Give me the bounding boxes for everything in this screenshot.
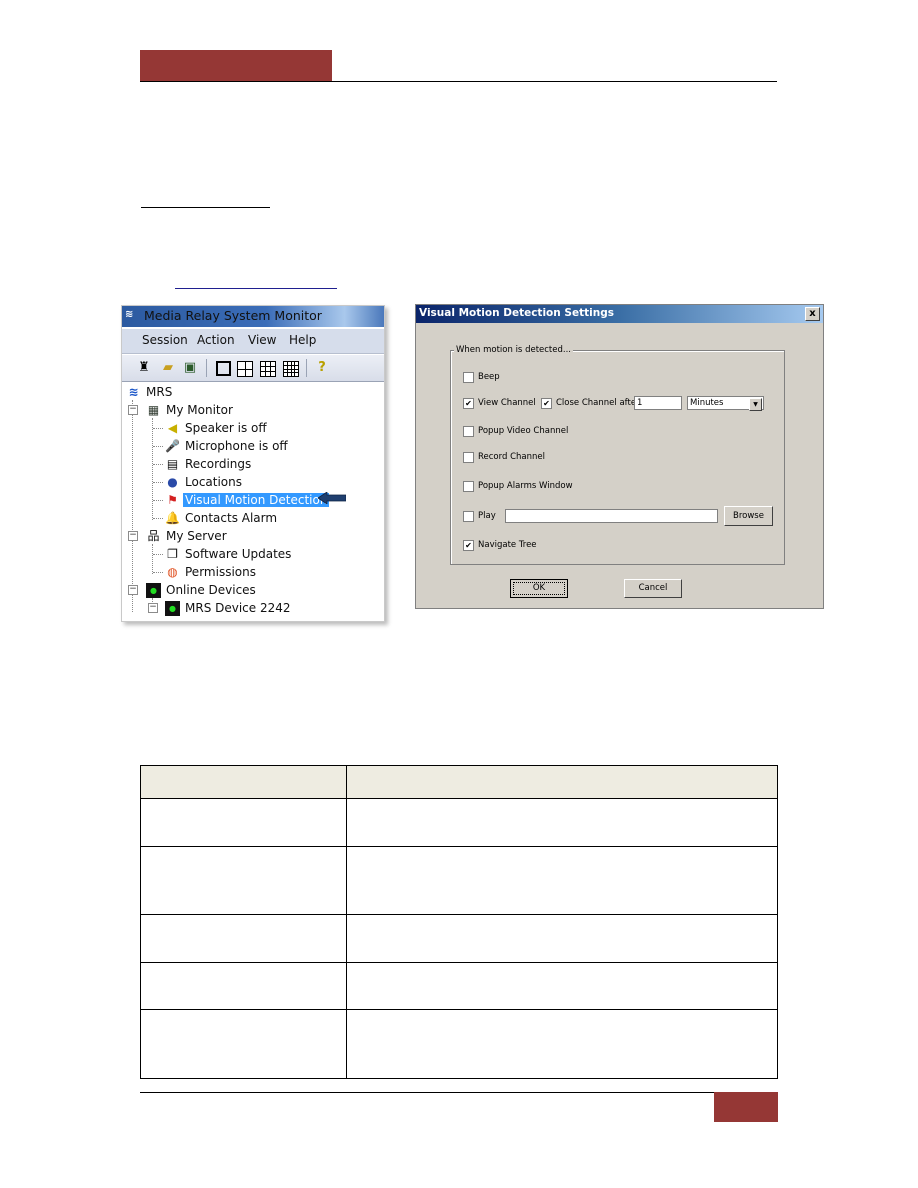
table-row [140, 914, 778, 963]
table-cell [140, 798, 347, 847]
menu-view[interactable]: View [248, 333, 276, 347]
navigate-tree-checkbox[interactable]: ✔ [463, 540, 474, 551]
open-folder-icon[interactable]: ▰ [160, 360, 176, 376]
menu-help[interactable]: Help [289, 333, 316, 347]
table-cell [140, 1009, 347, 1079]
footer-rule [140, 1092, 777, 1093]
help-icon[interactable]: ? [314, 360, 330, 376]
view-channel-checkbox[interactable]: ✔ [463, 398, 474, 409]
close-after-value-input[interactable]: 1 [634, 396, 682, 410]
speaker-icon: ◀ [167, 421, 178, 435]
browse-button[interactable]: Browse [724, 506, 773, 526]
window-title: Media Relay System Monitor [144, 308, 322, 323]
toolbar-separator [206, 359, 207, 377]
collapse-toggle[interactable]: − [148, 603, 158, 613]
flashlight-icon[interactable]: ♜ [136, 360, 152, 376]
collapse-toggle[interactable]: − [128, 585, 138, 595]
mrs-logo-icon: ≋ [125, 309, 134, 320]
table-cell [140, 846, 347, 915]
tree-line [153, 482, 163, 483]
table-header-row [140, 765, 778, 799]
dialog-title-bar: Visual Motion Detection Settings x [416, 305, 823, 323]
visual-motion-detection-dialog: Visual Motion Detection Settings x When … [415, 304, 824, 609]
tree-line [153, 572, 163, 573]
permissions-icon: ◍ [167, 565, 178, 579]
play-checkbox[interactable] [463, 511, 474, 522]
section-heading-underline [141, 207, 270, 208]
menu-action[interactable]: Action [197, 333, 235, 347]
callout-arrow-icon [318, 492, 346, 504]
device-icon: ● [165, 601, 180, 616]
menu-session[interactable]: Session [142, 333, 188, 347]
close-button[interactable]: x [805, 307, 820, 321]
collapse-toggle[interactable]: − [128, 405, 138, 415]
tree-line [153, 500, 163, 501]
nine-view-icon[interactable] [260, 361, 276, 377]
header-color-block [140, 50, 332, 81]
toolbar: ♜ ▰ ▣ ? [122, 355, 384, 382]
quad-view-icon[interactable] [237, 361, 253, 377]
settings-table [140, 765, 778, 1079]
table-cell [346, 846, 778, 915]
monitor-icon: ▦ [147, 403, 160, 417]
tree-line [152, 544, 153, 574]
beep-checkbox[interactable] [463, 372, 474, 383]
ok-button[interactable]: OK [510, 579, 568, 598]
header-rule [140, 81, 777, 82]
menu-bar: Session Action View Help [122, 329, 384, 354]
table-cell [346, 962, 778, 1010]
tree-line [153, 446, 163, 447]
cancel-button[interactable]: Cancel [624, 579, 682, 598]
tree-line [152, 418, 153, 520]
hyperlink-underline[interactable] [175, 288, 337, 289]
tree-line [132, 400, 133, 612]
contacts-alarm-icon: 🔔 [165, 511, 180, 525]
table-header-cell [346, 765, 778, 799]
footer-color-block [714, 1092, 778, 1122]
device-icon: ● [146, 583, 161, 598]
popup-video-channel-checkbox[interactable] [463, 426, 474, 437]
table-row [140, 798, 778, 847]
table-row [140, 1009, 778, 1079]
popup-alarms-window-checkbox[interactable] [463, 481, 474, 492]
save-icon[interactable]: ▣ [182, 360, 198, 376]
table-cell [140, 914, 347, 963]
updates-icon: ❐ [167, 547, 178, 561]
close-after-unit-select[interactable]: Minutes ▼ [687, 396, 764, 411]
collapse-toggle[interactable]: − [128, 531, 138, 541]
mrs-monitor-window: ≋ Media Relay System Monitor Session Act… [121, 305, 385, 622]
record-channel-checkbox[interactable] [463, 452, 474, 463]
window-title-bar: ≋ Media Relay System Monitor [122, 306, 384, 327]
recordings-icon: ▤ [166, 457, 179, 471]
table-cell [346, 914, 778, 963]
motion-alarm-icon: ⚑ [167, 493, 178, 507]
sixteen-view-icon[interactable] [283, 361, 299, 377]
table-header-cell [140, 765, 347, 799]
table-cell [140, 962, 347, 1010]
server-icon: 品 [147, 529, 160, 543]
globe-icon: ● [167, 475, 178, 489]
table-cell [346, 1009, 778, 1079]
table-row [140, 846, 778, 915]
tree-line [153, 464, 163, 465]
single-view-icon[interactable] [216, 361, 231, 376]
tree-line [153, 428, 163, 429]
microphone-icon: 🎤 [165, 439, 180, 453]
chevron-down-icon[interactable]: ▼ [749, 398, 762, 411]
play-file-input[interactable] [505, 509, 718, 523]
table-row [140, 962, 778, 1010]
tree-line [153, 554, 163, 555]
toolbar-separator [306, 359, 307, 377]
table-cell [346, 798, 778, 847]
group-label: When motion is detected... [454, 345, 573, 355]
dialog-title: Visual Motion Detection Settings [419, 307, 614, 319]
close-channel-checkbox[interactable]: ✔ [541, 398, 552, 409]
mrs-logo-icon: ≋ [128, 385, 139, 399]
tree-line [153, 518, 163, 519]
